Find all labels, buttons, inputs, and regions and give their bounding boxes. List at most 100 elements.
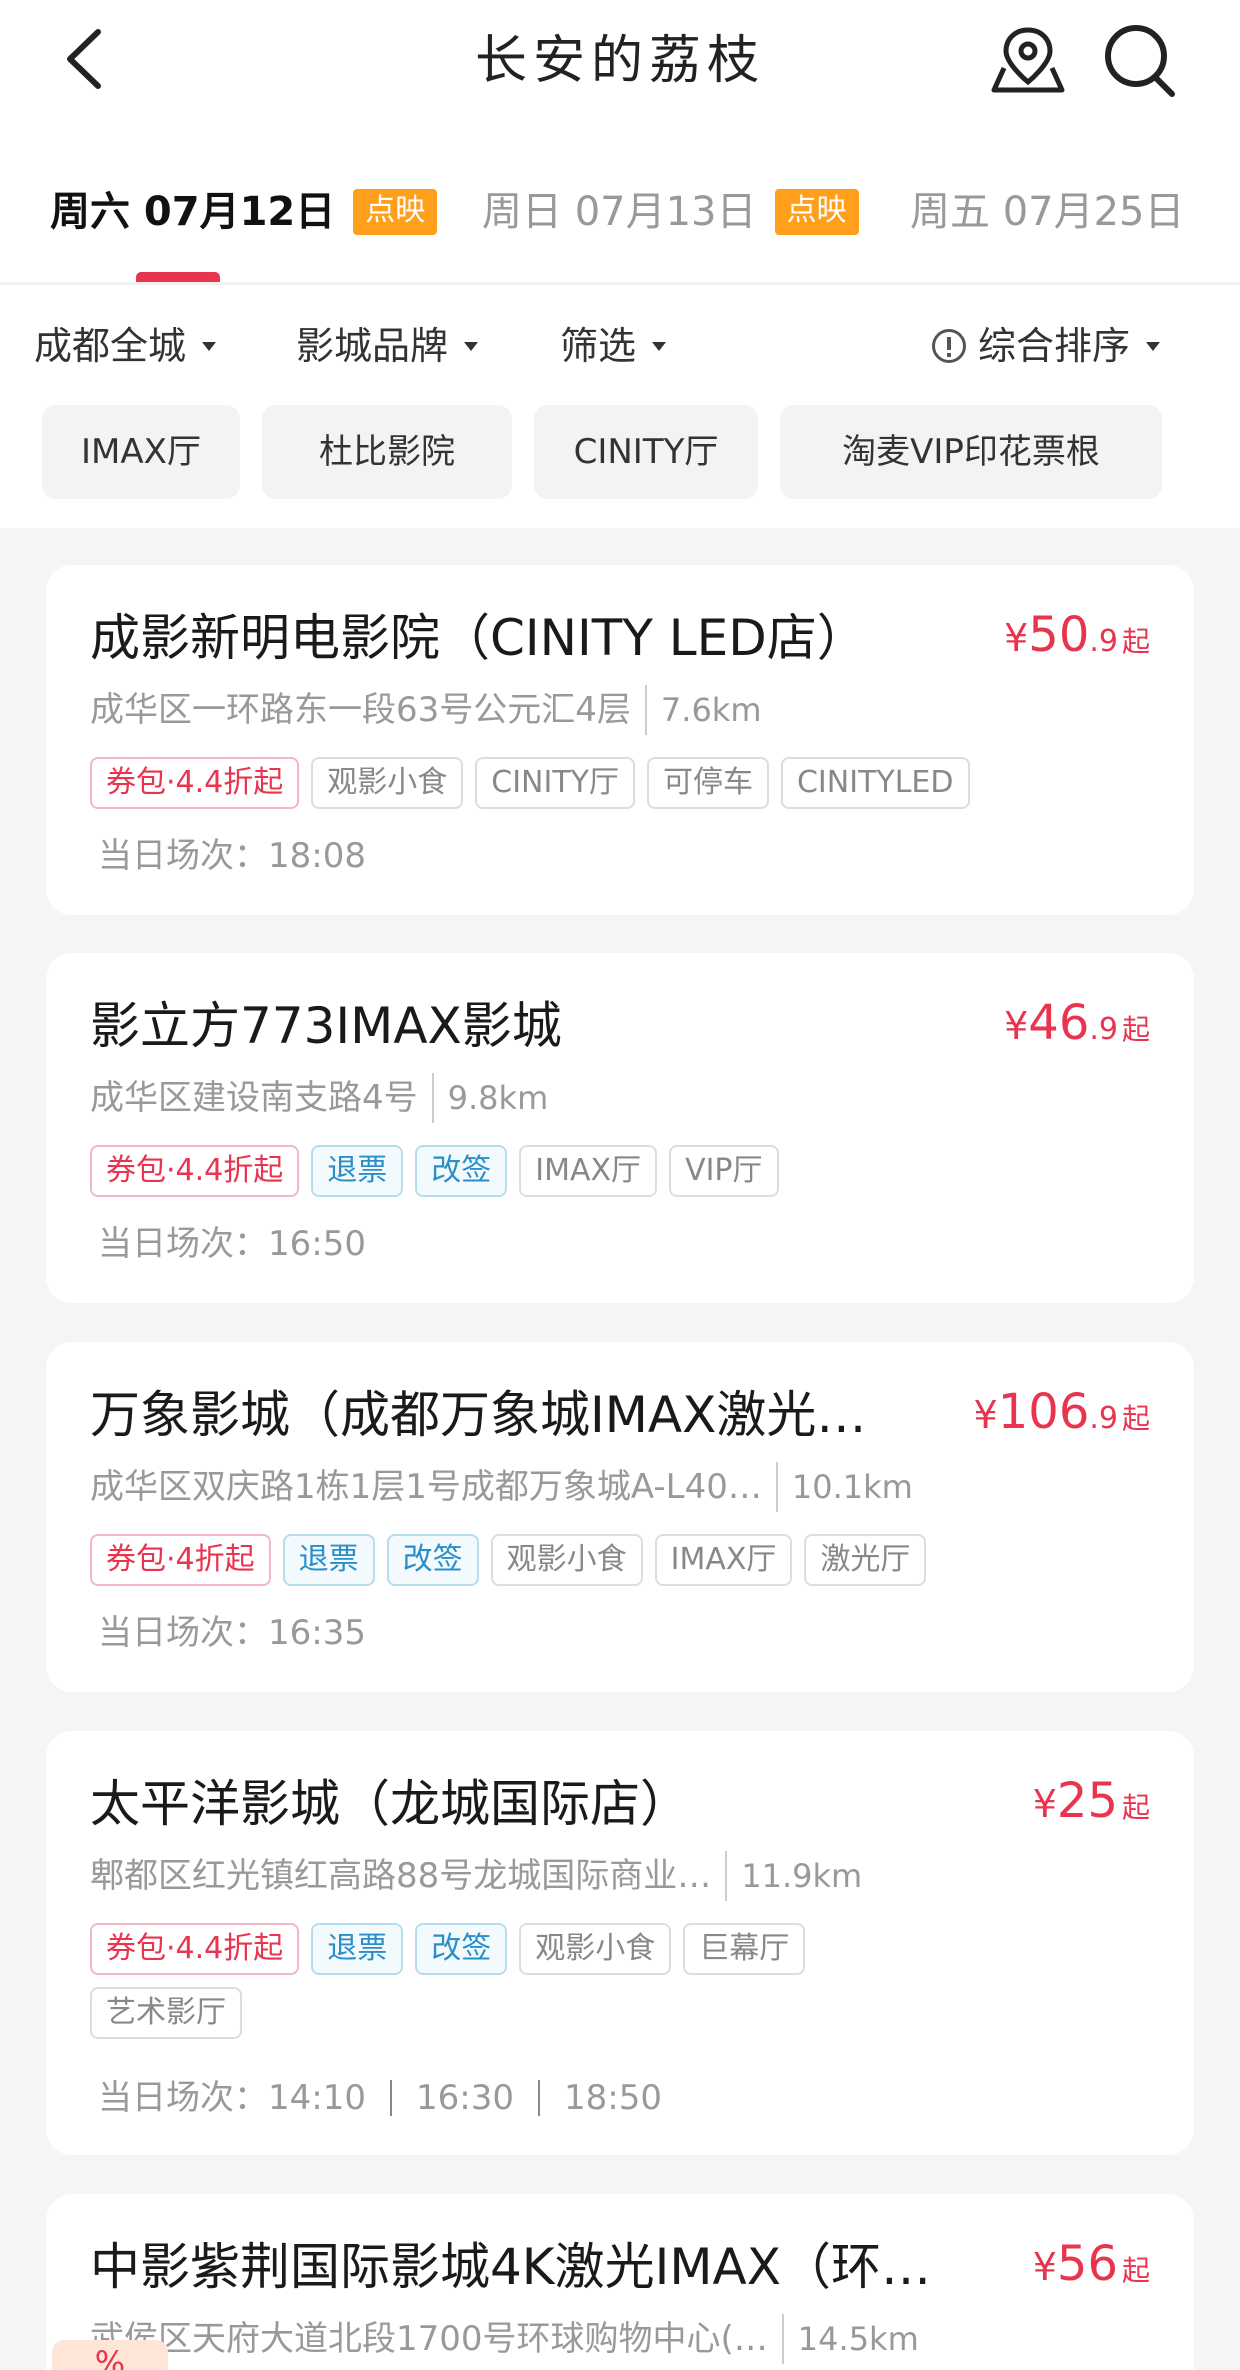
currency-symbol: ¥ xyxy=(1004,616,1029,660)
tag-list: 券包·4.4折起 观影小食 CINITY厅 可停车 CINITYLED xyxy=(90,757,1150,809)
price: ¥25 起 xyxy=(1033,1771,1150,1842)
tag: 退票 xyxy=(311,1923,404,1975)
cinema-address: 成华区一环路东一段63号公元汇4层 xyxy=(90,690,631,730)
price-integer: 56 xyxy=(1056,2236,1118,2292)
price: ¥50.9 起 xyxy=(1004,605,1150,676)
date-tab-0[interactable]: 周六 07月12日 点映 xyxy=(50,182,438,242)
search-icon[interactable] xyxy=(1102,22,1178,98)
date-tab-1[interactable]: 周日 07月13日 点映 xyxy=(482,182,859,242)
cinema-name: 中影紫荆国际影城4K激光IMAX（环… xyxy=(90,2238,931,2296)
tag-list: 券包·4.4折起 退票 改签 IMAX厅 VIP厅 xyxy=(90,1145,1150,1197)
price-decimal: .9 xyxy=(1089,1401,1118,1436)
cinema-card-3[interactable]: 太平洋影城（龙城国际店） ¥25 起 郫都区红光镇红高路88号龙城国际商业… 11… xyxy=(46,1731,1194,2155)
price-decimal: .9 xyxy=(1089,1012,1118,1047)
currency-symbol: ¥ xyxy=(973,1393,998,1437)
discount-float-badge[interactable]: % xyxy=(52,2340,168,2370)
sessions-label: 当日场次： xyxy=(98,836,268,876)
price-integer: 50 xyxy=(1028,607,1090,663)
tag: CINITY厅 xyxy=(475,757,635,809)
price-integer: 25 xyxy=(1056,1773,1118,1829)
cinema-distance: 14.5km xyxy=(781,2314,919,2364)
sessions-label: 当日场次： xyxy=(98,2078,268,2118)
tag: VIP厅 xyxy=(669,1145,779,1197)
cinema-distance: 10.1km xyxy=(775,1462,913,1512)
session-time: 16:30 xyxy=(415,2078,514,2118)
chip-imax[interactable]: IMAX厅 xyxy=(42,405,240,499)
tag: CINITYLED xyxy=(780,757,970,809)
price-suffix: 起 xyxy=(1121,1402,1150,1435)
tag: 券包·4.4折起 xyxy=(90,1923,300,1975)
caret-down-icon xyxy=(652,341,667,351)
tag: 改签 xyxy=(386,1534,479,1586)
cinema-address-row: 郫都区红光镇红高路88号龙城国际商业… 11.9km xyxy=(90,1851,862,1901)
date-tab-label: 周日 07月13日 xyxy=(482,189,757,235)
cinema-address-row: 成华区一环路东一段63号公元汇4层 7.6km xyxy=(90,685,762,735)
session-divider xyxy=(389,2080,392,2116)
screen-filter-label: 筛选 xyxy=(560,324,637,368)
tag: 券包·4.4折起 xyxy=(90,757,300,809)
tag: 改签 xyxy=(415,1923,508,1975)
sessions-label: 当日场次： xyxy=(98,1224,268,1264)
date-tab-label: 周五 07月25日 xyxy=(910,189,1185,235)
session-time: 18:08 xyxy=(268,836,366,876)
cinema-name: 成影新明电影院（CINITY LED店） xyxy=(90,609,867,667)
price: ¥106.9 起 xyxy=(974,1382,1150,1453)
brand-filter-label: 影城品牌 xyxy=(296,324,449,368)
tag: 券包·4.4折起 xyxy=(90,1145,300,1197)
sessions-row: 当日场次： 16:50 xyxy=(98,1219,366,1269)
cinema-card-1[interactable]: 影立方773IMAX影城 ¥46.9 起 成华区建设南支路4号 9.8km 券包·… xyxy=(46,953,1194,1303)
map-location-icon[interactable] xyxy=(990,22,1066,96)
cinema-distance: 7.6km xyxy=(644,685,762,735)
filter-bar: 成都全城 影城品牌 筛选 综合排序 IMAX厅 杜比影院 CINITY厅 淘麦V… xyxy=(0,283,1240,528)
price-suffix: 起 xyxy=(1121,2254,1150,2287)
sessions-label: 当日场次： xyxy=(98,1613,268,1653)
sessions-row: 当日场次： 16:35 xyxy=(98,1608,366,1658)
price-decimal: .9 xyxy=(1089,624,1118,659)
cinema-address: 成华区双庆路1栋1层1号成都万象城A-L40… xyxy=(90,1467,762,1507)
price: ¥56 起 xyxy=(1033,2234,1150,2305)
chip-vip-stub[interactable]: 淘麦VIP印花票根 xyxy=(780,405,1162,499)
tag-list: 券包·4.4折起 退票 改签 观影小食 巨幕厅 艺术影厅 xyxy=(90,1923,930,2039)
cinema-distance: 11.9km xyxy=(725,1851,862,1901)
cinema-address-row: 武侯区天府大道北段1700号环球购物中心(… 14.5km xyxy=(90,2314,919,2364)
preview-badge: 点映 xyxy=(774,189,859,235)
currency-symbol: ¥ xyxy=(1032,2245,1057,2289)
screen-filter[interactable]: 筛选 xyxy=(560,321,667,371)
session-time: 16:35 xyxy=(268,1613,366,1653)
tag: IMAX厅 xyxy=(654,1534,793,1586)
currency-symbol: ¥ xyxy=(1004,1004,1029,1048)
cinema-card-0[interactable]: 成影新明电影院（CINITY LED店） ¥50.9 起 成华区一环路东一段63号… xyxy=(46,565,1194,915)
tag: 巨幕厅 xyxy=(683,1923,806,1975)
top-bar: 长安的荔枝 周六 07月12日 点映 周日 07月13日 点映 周五 07月25… xyxy=(0,0,1240,282)
price-suffix: 起 xyxy=(1121,1791,1150,1824)
sort-filter-label: 综合排序 xyxy=(978,324,1131,368)
caret-down-icon xyxy=(202,341,217,351)
cinema-card-2[interactable]: 万象影城（成都万象城IMAX激光… ¥106.9 起 成华区双庆路1栋1层1号成都… xyxy=(46,1342,1194,1692)
tag: 退票 xyxy=(311,1145,404,1197)
price-integer: 106 xyxy=(997,1384,1090,1440)
caret-down-icon xyxy=(1146,341,1161,351)
session-time: 14:10 xyxy=(268,2078,366,2118)
city-filter-label: 成都全城 xyxy=(34,324,187,368)
tag: 退票 xyxy=(282,1534,375,1586)
brand-filter[interactable]: 影城品牌 xyxy=(296,321,479,371)
cinema-card-4[interactable]: 中影紫荆国际影城4K激光IMAX（环… ¥56 起 武侯区天府大道北段1700号环… xyxy=(46,2194,1194,2370)
price-integer: 46 xyxy=(1028,995,1090,1051)
city-filter[interactable]: 成都全城 xyxy=(34,321,217,371)
tag: 改签 xyxy=(415,1145,508,1197)
active-tab-indicator xyxy=(136,272,220,282)
cinema-address-row: 成华区双庆路1栋1层1号成都万象城A-L40… 10.1km xyxy=(90,1462,913,1512)
cinema-address: 成华区建设南支路4号 xyxy=(90,1078,418,1118)
session-time: 16:50 xyxy=(268,1224,366,1264)
currency-symbol: ¥ xyxy=(1032,1782,1057,1826)
chip-dolby[interactable]: 杜比影院 xyxy=(262,405,512,499)
tag: 观影小食 xyxy=(519,1923,672,1975)
date-tab-2[interactable]: 周五 07月25日 xyxy=(910,182,1185,242)
chip-cinity[interactable]: CINITY厅 xyxy=(534,405,758,499)
sort-filter[interactable]: 综合排序 xyxy=(932,321,1161,371)
tag: 可停车 xyxy=(646,757,769,809)
price: ¥46.9 起 xyxy=(1004,993,1150,1064)
cinema-distance: 9.8km xyxy=(431,1073,548,1123)
tag: 券包·4折起 xyxy=(90,1534,271,1586)
sessions-row: 当日场次： 14:10 16:30 18:50 xyxy=(98,2073,662,2123)
